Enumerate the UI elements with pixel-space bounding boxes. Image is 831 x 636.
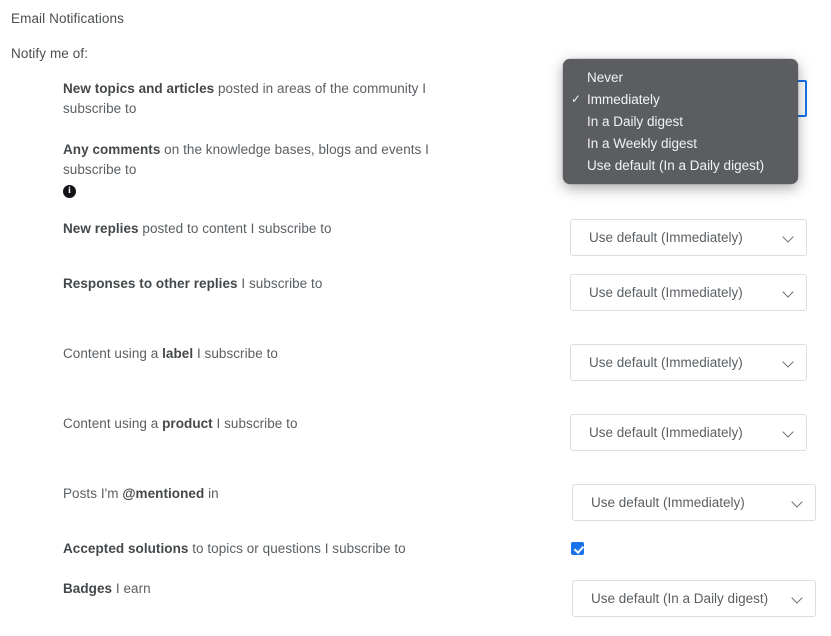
select-value-mentioned: Use default (Immediately) bbox=[591, 495, 745, 510]
page-title: Email Notifications bbox=[11, 11, 124, 26]
row-label-rest-mentioned: in bbox=[204, 486, 219, 501]
select-value-label: Use default (Immediately) bbox=[589, 355, 743, 370]
select-content-using-a-label[interactable]: Use default (Immediately) bbox=[570, 344, 807, 381]
select-value-responses: Use default (Immediately) bbox=[589, 285, 743, 300]
select-value-badges: Use default (In a Daily digest) bbox=[591, 591, 769, 606]
dropdown-menu-notification-frequency[interactable]: Never ✓ Immediately In a Daily digest In… bbox=[563, 59, 798, 184]
row-label-bold-product: product bbox=[162, 416, 213, 431]
select-posts-im-mentioned-in[interactable]: Use default (Immediately) bbox=[572, 484, 816, 521]
select-new-replies[interactable]: Use default (Immediately) bbox=[570, 219, 807, 256]
select-badges[interactable]: Use default (In a Daily digest) bbox=[572, 580, 816, 617]
row-label-bold-label: label bbox=[162, 346, 194, 361]
chevron-down-icon bbox=[791, 592, 805, 606]
row-label-any-comments: Any comments on the knowledge bases, blo… bbox=[63, 140, 453, 180]
row-label-content-using-a-label: Content using a label I subscribe to bbox=[63, 344, 523, 364]
dropdown-option-immediately[interactable]: ✓ Immediately bbox=[563, 88, 798, 110]
dropdown-option-never[interactable]: Never bbox=[563, 66, 798, 88]
row-label-new-topics-and-articles: New topics and articles posted in areas … bbox=[63, 79, 453, 119]
row-label-bold-any-comments: Any comments bbox=[63, 142, 161, 157]
row-label-badges: Badges I earn bbox=[63, 579, 523, 599]
row-label-bold-badges: Badges bbox=[63, 581, 113, 596]
row-label-prefix-product: Content using a bbox=[63, 416, 163, 431]
select-content-using-a-product[interactable]: Use default (Immediately) bbox=[570, 414, 807, 451]
row-label-rest-accepted: to topics or questions I subscribe to bbox=[188, 541, 406, 556]
chevron-down-icon bbox=[782, 426, 796, 440]
email-notifications-page: Email Notifications Notify me of: New to… bbox=[0, 0, 831, 636]
row-label-rest-product: I subscribe to bbox=[212, 416, 298, 431]
row-label-rest-badges: I earn bbox=[112, 581, 151, 596]
dropdown-option-label: In a Weekly digest bbox=[587, 135, 698, 151]
checkbox-accepted-solutions[interactable] bbox=[571, 542, 584, 555]
dropdown-option-label: In a Daily digest bbox=[587, 113, 684, 129]
dropdown-option-in-a-weekly-digest[interactable]: In a Weekly digest bbox=[563, 132, 798, 154]
select-value-new-replies: Use default (Immediately) bbox=[589, 230, 743, 245]
chevron-down-icon bbox=[782, 286, 796, 300]
row-label-prefix-mentioned: Posts I'm bbox=[63, 486, 123, 501]
row-label-bold-new-replies: New replies bbox=[63, 221, 139, 236]
dropdown-option-label: Never bbox=[587, 69, 624, 85]
row-label-accepted-solutions: Accepted solutions to topics or question… bbox=[63, 539, 523, 559]
row-label-bold-responses: Responses to other replies bbox=[63, 276, 238, 291]
info-icon[interactable]: i bbox=[63, 185, 76, 198]
dropdown-option-in-a-daily-digest[interactable]: In a Daily digest bbox=[563, 110, 798, 132]
row-label-rest-responses: I subscribe to bbox=[237, 276, 323, 291]
dropdown-option-label: Immediately bbox=[587, 91, 660, 107]
row-label-bold-accepted: Accepted solutions bbox=[63, 541, 189, 556]
row-label-posts-im-mentioned-in: Posts I'm @mentioned in bbox=[63, 484, 523, 504]
row-label-rest-new-replies: posted to content I subscribe to bbox=[138, 221, 332, 236]
notify-me-of-label: Notify me of: bbox=[11, 46, 89, 61]
row-label-rest-label: I subscribe to bbox=[193, 346, 278, 361]
chevron-down-icon bbox=[782, 231, 796, 245]
dropdown-option-label: Use default (In a Daily digest) bbox=[587, 157, 765, 173]
row-label-bold-mentioned: @mentioned bbox=[122, 486, 205, 501]
chevron-down-icon bbox=[782, 356, 796, 370]
row-label-prefix-label: Content using a bbox=[63, 346, 163, 361]
row-label-responses-to-other-replies: Responses to other replies I subscribe t… bbox=[63, 274, 523, 294]
select-responses-to-other-replies[interactable]: Use default (Immediately) bbox=[570, 274, 807, 311]
row-label-content-using-a-product: Content using a product I subscribe to bbox=[63, 414, 523, 434]
checkmark-icon: ✓ bbox=[571, 92, 582, 106]
row-label-bold-new-topics: New topics and articles bbox=[63, 81, 215, 96]
dropdown-option-use-default[interactable]: Use default (In a Daily digest) bbox=[563, 154, 798, 176]
chevron-down-icon bbox=[791, 496, 805, 510]
select-value-product: Use default (Immediately) bbox=[589, 425, 743, 440]
row-label-new-replies: New replies posted to content I subscrib… bbox=[63, 219, 523, 239]
